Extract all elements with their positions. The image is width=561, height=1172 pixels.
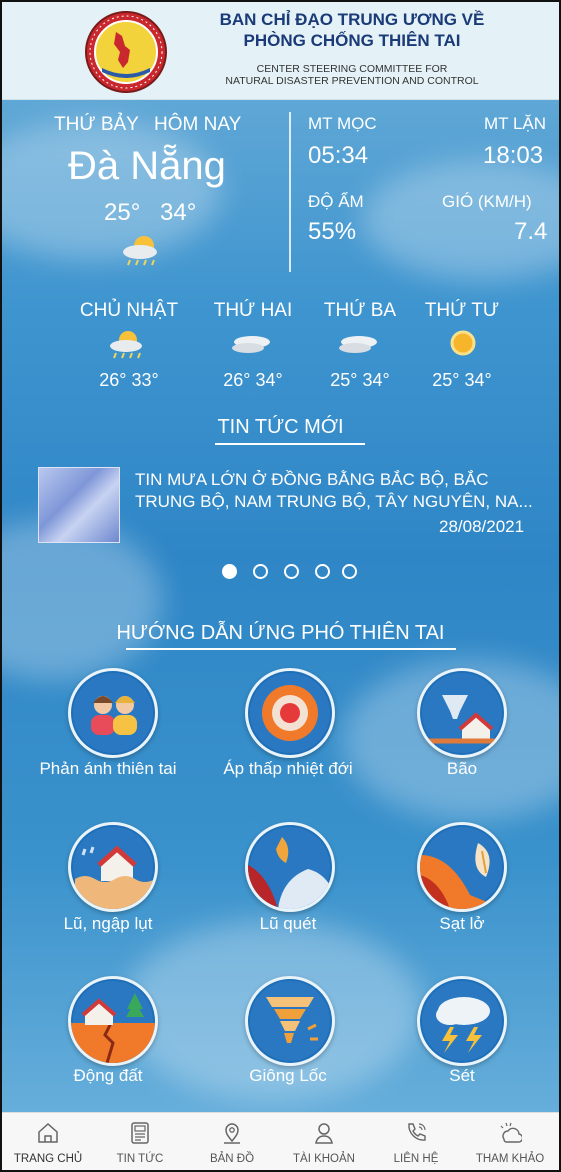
app-screen: BAN CHỈ ĐẠO TRUNG ƯƠNG VỀ PHÒNG CHỐNG TH…	[0, 0, 561, 1172]
humidity-label: ĐỘ ẨM	[308, 192, 364, 211]
phone-icon	[408, 1123, 426, 1141]
header-title-line1: BAN CHỈ ĐẠO TRUNG ƯƠNG VỀ	[219, 10, 485, 29]
carousel-dot-1[interactable]	[222, 564, 237, 579]
guide-label-landslide[interactable]: Sạt lở	[362, 914, 559, 934]
news-headline-line2[interactable]: TRUNG BỘ, NAM TRUNG BỘ, TÂY NGUYÊN, NA..…	[135, 492, 533, 512]
bottom-navigation: TRANG CHỦ TIN TỨC BẢN ĐỒ TÀI KHOẢN LIÊN …	[2, 1112, 559, 1170]
nav-account[interactable]: TÀI KHOẢN	[278, 1113, 370, 1170]
carousel-dot-3[interactable]	[284, 564, 299, 579]
weather-today-label: HÔM NAY	[154, 114, 242, 135]
guide-label-lightning[interactable]: Sét	[362, 1066, 559, 1086]
sunset-value: 18:03	[483, 142, 544, 169]
people-report-icon[interactable]	[68, 668, 158, 758]
guide-label-flood[interactable]: Lũ, ngập lụt	[8, 914, 208, 934]
sunset-label: MT LẶN	[484, 114, 547, 133]
header-title-line2: PHÒNG CHỐNG THIÊN TAI	[243, 31, 461, 50]
nav-news[interactable]: TIN TỨC	[94, 1113, 186, 1170]
weather-temp-min: 25°	[104, 199, 141, 226]
sky-background	[2, 100, 559, 1112]
forecast-day-4: THỨ TƯ	[424, 300, 500, 321]
wind-label: GIÓ (KM/H)	[442, 192, 532, 211]
nav-contact-label: LIÊN HỆ	[393, 1153, 439, 1165]
partly-cloudy-rain-icon	[110, 331, 142, 359]
nav-reference-label: THAM KHẢO	[475, 1153, 545, 1165]
wind-value: 7.4	[514, 218, 548, 245]
forecast-temp-1: 26° 33°	[99, 370, 159, 390]
guide-title-underline	[126, 648, 456, 650]
news-headline-line1[interactable]: TIN MƯA LỚN Ở ĐỒNG BẰNG BẮC BỘ, BẮC	[135, 470, 489, 490]
forecast-day-2: THỨ HAI	[213, 300, 293, 321]
app-header: BAN CHỈ ĐẠO TRUNG ƯƠNG VỀ PHÒNG CHỐNG TH…	[2, 2, 559, 100]
humidity-value: 55%	[308, 218, 357, 245]
news-section-title: TIN TỨC MỚI	[217, 416, 344, 438]
storm-house-icon[interactable]	[417, 668, 507, 758]
nav-map-label: BẢN ĐỒ	[209, 1153, 255, 1165]
guide-label-report[interactable]: Phản ánh thiên tai	[8, 759, 208, 779]
nav-news-label: TIN TỨC	[116, 1153, 164, 1165]
weather-city: Đà Nẵng	[68, 144, 226, 188]
earthquake-icon[interactable]	[68, 976, 158, 1066]
landslide-icon[interactable]	[417, 822, 507, 912]
guide-label-tornado[interactable]: Giông Lốc	[188, 1066, 388, 1086]
guide-section-title: HƯỚNG DẪN ỨNG PHÓ THIÊN TAI	[116, 622, 445, 644]
nav-reference[interactable]: THAM KHẢO	[464, 1113, 556, 1170]
header-subtitle-line1: CENTER STEERING COMMITTEE FOR	[256, 63, 448, 75]
sunny-icon	[450, 330, 476, 356]
news-date: 28/08/2021	[439, 517, 525, 536]
nav-home[interactable]: TRANG CHỦ	[2, 1113, 94, 1170]
forecast-day-3: THỨ BA	[323, 300, 397, 321]
partly-cloudy-rain-icon	[123, 236, 157, 266]
forecast-day-1: CHỦ NHẬT	[79, 300, 179, 321]
guide-label-earthquake[interactable]: Động đất	[8, 1066, 208, 1086]
nav-contact[interactable]: LIÊN HỆ	[370, 1113, 462, 1170]
guide-label-storm[interactable]: Bão	[362, 759, 559, 779]
target-low-pressure-icon[interactable]	[245, 668, 335, 758]
nav-map[interactable]: BẢN ĐỒ	[186, 1113, 278, 1170]
tornado-icon[interactable]	[245, 976, 335, 1066]
nav-account-label: TÀI KHOẢN	[293, 1153, 355, 1165]
news-title-underline	[215, 443, 365, 445]
forecast-temp-4: 25° 34°	[432, 370, 492, 390]
header-subtitle-line2: NATURAL DISASTER PREVENTION AND CONTROL	[225, 75, 479, 87]
account-icon	[315, 1123, 333, 1144]
sunrise-label: MT MỌC	[308, 114, 377, 133]
carousel-dot-5[interactable]	[342, 564, 357, 579]
flash-flood-icon[interactable]	[245, 822, 335, 912]
lightning-icon[interactable]	[417, 976, 507, 1066]
guide-label-flash-flood[interactable]: Lũ quét	[188, 914, 388, 934]
forecast-temp-2: 26° 34°	[223, 370, 283, 390]
cloudy-icon	[339, 336, 377, 353]
weather-day: THỨ BẢY	[54, 114, 139, 135]
flood-house-icon[interactable]	[68, 822, 158, 912]
sunrise-value: 05:34	[308, 142, 369, 169]
carousel-dot-2[interactable]	[253, 564, 268, 579]
news-icon	[131, 1122, 149, 1144]
weather-temp-max: 34°	[160, 199, 197, 226]
weather-divider	[289, 112, 291, 272]
guide-label-low-pressure[interactable]: Áp thấp nhiệt đới	[188, 759, 388, 779]
nav-home-label: TRANG CHỦ	[13, 1153, 83, 1165]
news-thumbnail[interactable]	[38, 467, 120, 543]
home-icon	[38, 1122, 58, 1143]
emblem-seal-icon	[85, 11, 167, 93]
map-pin-icon	[224, 1123, 240, 1144]
cloudy-icon	[232, 336, 270, 353]
weather-reference-icon	[500, 1122, 522, 1143]
forecast-temp-3: 25° 34°	[330, 370, 390, 390]
carousel-dot-4[interactable]	[315, 564, 330, 579]
